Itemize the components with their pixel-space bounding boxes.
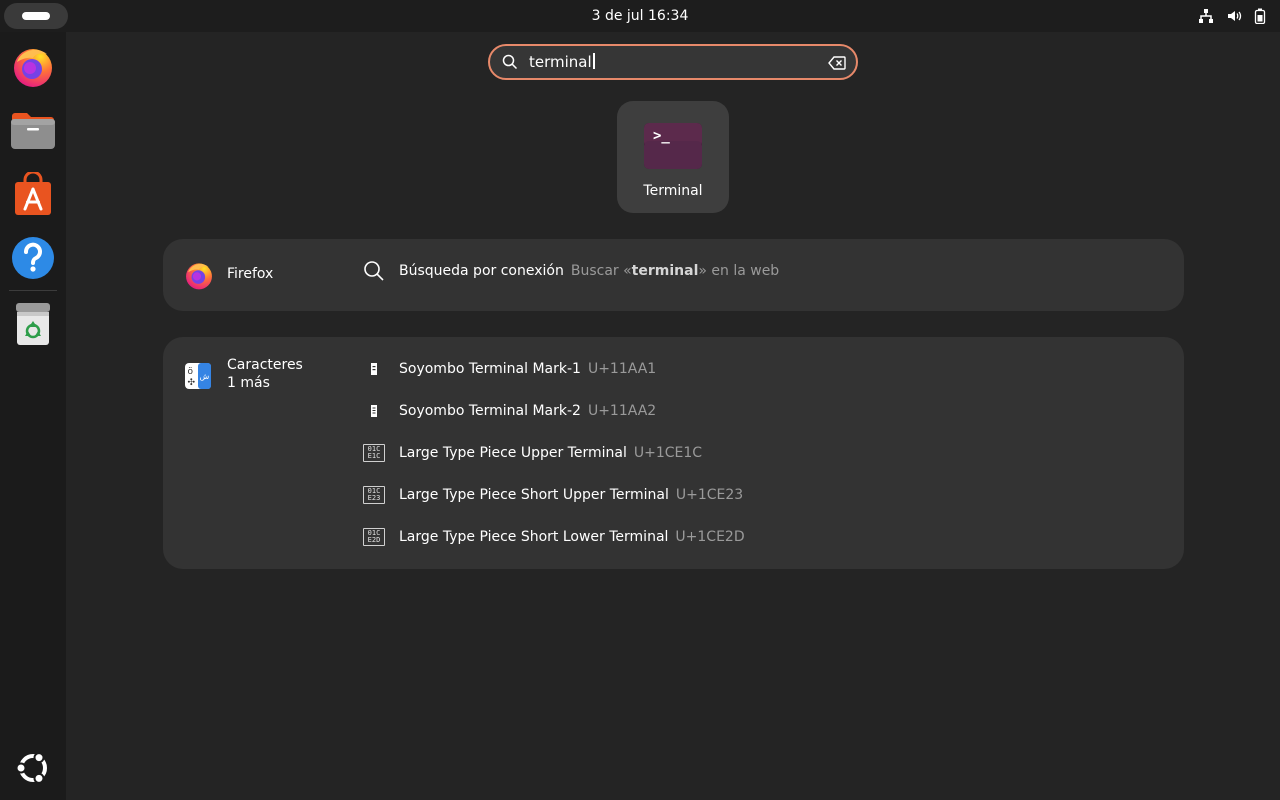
activities-button[interactable] [4,3,68,29]
character-code: U+1CE23 [675,487,744,503]
character-code: U+1CE1C [633,445,703,461]
character-code: U+11AA2 [587,403,657,419]
characters-app-icon: ö ✣ ش [184,362,212,394]
search-icon [362,259,386,283]
list-item[interactable]: 01C E1C Large Type Piece Upper Terminal U… [362,441,702,465]
characters-provider: ö ✣ ش Caracteres 1 más Soyombo Terminal … [163,337,1184,569]
battery-icon[interactable] [1254,8,1266,24]
provider-more-count[interactable]: 1 más [227,375,270,391]
volume-icon[interactable] [1226,8,1242,24]
character-name: Soyombo Terminal Mark-2 [399,403,581,419]
soyombo-mark-1-glyph-icon [362,357,386,381]
glyph-hex-bottom: E23 [367,494,381,502]
network-icon[interactable] [1198,8,1214,24]
glyph-hex-bottom: E1C [367,452,381,460]
terminal-prompt: >_ [653,128,670,144]
list-item[interactable]: Soyombo Terminal Mark-1 U+11AA1 [362,357,656,381]
glyph-hex-bottom: E2D [367,536,381,544]
app-result-terminal[interactable]: >_ Terminal [617,101,729,213]
provider-name-characters[interactable]: Caracteres [227,357,303,373]
app-result-label: Terminal [643,183,703,199]
dock [0,32,66,800]
character-name: Large Type Piece Short Lower Terminal [399,529,669,545]
firefox-icon[interactable] [9,42,57,90]
system-tray[interactable] [1198,6,1266,26]
desc-suffix: » en la web [698,263,780,279]
list-item[interactable]: 01C E2D Large Type Piece Short Lower Term… [362,525,745,549]
desc-term: terminal [631,263,699,279]
files-icon[interactable] [9,106,57,154]
clock[interactable]: 3 de jul 16:34 [592,8,689,24]
desc-prefix: Buscar « [570,263,632,279]
dock-separator [9,290,57,291]
character-code: U+1CE2D [675,529,745,545]
app-center-icon[interactable] [9,170,57,218]
result-description: Buscar «terminal» en la web [571,263,779,279]
search-input[interactable]: terminal [488,44,858,80]
ubuntu-logo-icon[interactable] [9,744,57,792]
result-title: Búsqueda por conexión [399,263,564,279]
list-item[interactable]: 01C E23 Large Type Piece Short Upper Term… [362,483,743,507]
missing-glyph-icon: 01C E2D [362,525,386,549]
soyombo-mark-2-glyph-icon [362,399,386,423]
character-name: Large Type Piece Upper Terminal [399,445,627,461]
clock-container: 3 de jul 16:34 [0,0,1280,32]
firefox-icon [184,260,214,294]
search-query: terminal [529,53,592,71]
clear-search-icon[interactable] [828,55,846,74]
web-search-provider: Firefox Búsqueda por conexión Buscar «te… [163,239,1184,311]
missing-glyph-icon: 01C E1C [362,441,386,465]
provider-name-firefox[interactable]: Firefox [227,266,273,282]
search-icon [502,54,518,74]
list-item[interactable]: Soyombo Terminal Mark-2 U+11AA2 [362,399,656,423]
svg-text:ö: ö [188,367,194,377]
workspace-indicator [22,12,50,20]
terminal-icon: >_ [644,123,702,173]
trash-icon[interactable] [9,300,57,348]
text-cursor [592,53,595,69]
character-name: Soyombo Terminal Mark-1 [399,361,581,377]
help-icon[interactable] [9,234,57,282]
character-code: U+11AA1 [587,361,657,377]
svg-text:ش: ش [200,372,210,381]
character-name: Large Type Piece Short Upper Terminal [399,487,669,503]
svg-text:✣: ✣ [188,378,196,388]
top-bar: 3 de jul 16:34 [0,0,1280,32]
missing-glyph-icon: 01C E23 [362,483,386,507]
search-text[interactable]: terminal [529,53,595,71]
web-search-result[interactable]: Búsqueda por conexión Buscar «terminal» … [362,259,779,283]
